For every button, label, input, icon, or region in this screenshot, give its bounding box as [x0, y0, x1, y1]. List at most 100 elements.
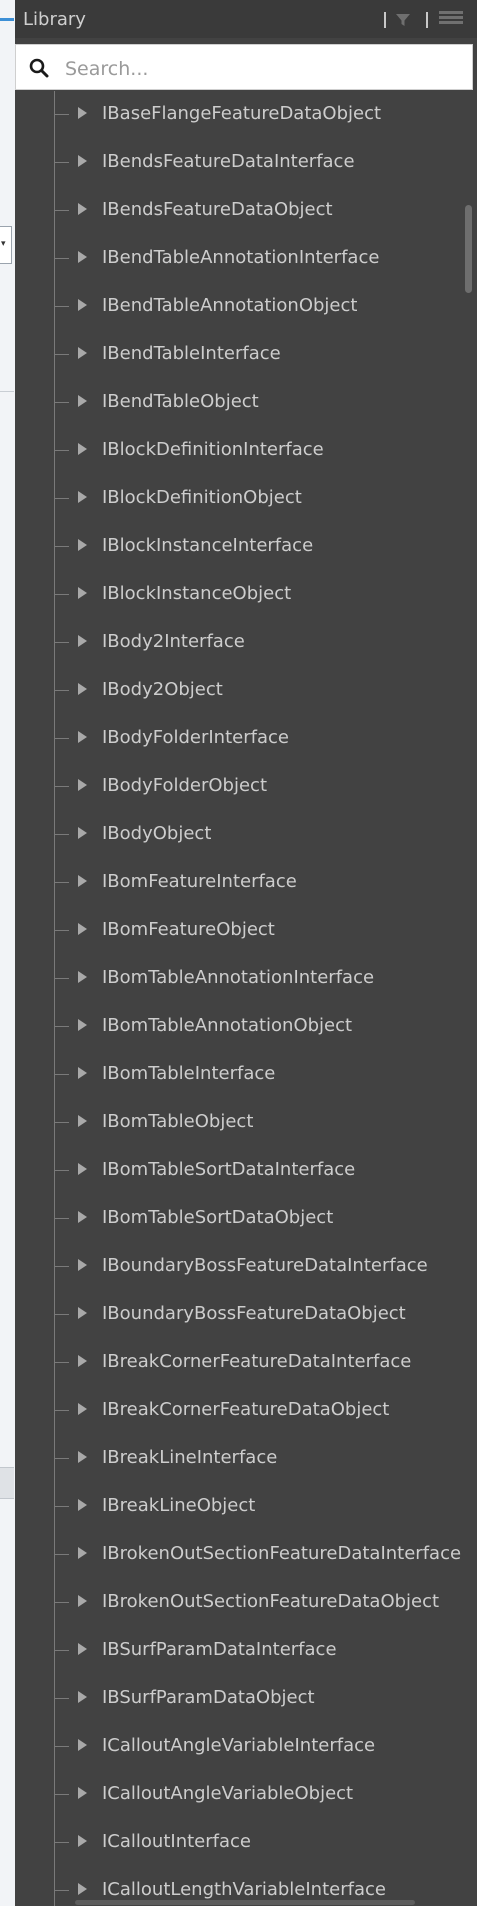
expand-arrow-icon[interactable]: [78, 1163, 87, 1175]
expand-arrow-icon[interactable]: [78, 1259, 87, 1271]
expand-arrow-icon[interactable]: [78, 1739, 87, 1751]
expand-arrow-icon[interactable]: [78, 443, 87, 455]
search-input[interactable]: [63, 53, 457, 85]
panel-header: Library: [15, 0, 477, 38]
tree-item[interactable]: IBSurfParamDataInterface: [15, 1627, 461, 1675]
expand-arrow-icon[interactable]: [78, 971, 87, 983]
expand-arrow-icon[interactable]: [78, 491, 87, 503]
expand-arrow-icon[interactable]: [78, 1643, 87, 1655]
tree-item[interactable]: IBendsFeatureDataObject: [15, 187, 461, 235]
tree-item[interactable]: IBreakLineObject: [15, 1483, 461, 1531]
tree-item[interactable]: IBlockDefinitionObject: [15, 475, 461, 523]
tree-item[interactable]: IBreakCornerFeatureDataObject: [15, 1387, 461, 1435]
tree-item[interactable]: IBomTableAnnotationObject: [15, 1003, 461, 1051]
tree-connector: [55, 114, 69, 115]
tree-item-label: IBlockDefinitionObject: [102, 487, 302, 508]
tree-item[interactable]: IBomFeatureInterface: [15, 859, 461, 907]
tree-connector: [55, 1650, 69, 1651]
tree-connector: [55, 354, 69, 355]
expand-arrow-icon[interactable]: [78, 1307, 87, 1319]
expand-arrow-icon[interactable]: [78, 299, 87, 311]
expand-arrow-icon[interactable]: [78, 779, 87, 791]
tree-item[interactable]: IBodyFolderInterface: [15, 715, 461, 763]
tree-item[interactable]: IBodyFolderObject: [15, 763, 461, 811]
expand-arrow-icon[interactable]: [78, 1787, 87, 1799]
tree-item[interactable]: IBomTableInterface: [15, 1051, 461, 1099]
tree-connector: [55, 402, 69, 403]
tree-item[interactable]: IBomTableSortDataObject: [15, 1195, 461, 1243]
tree-item-label: IBendTableAnnotationObject: [102, 295, 358, 316]
expand-arrow-icon[interactable]: [78, 1691, 87, 1703]
tree-item[interactable]: IBomTableSortDataInterface: [15, 1147, 461, 1195]
expand-arrow-icon[interactable]: [78, 203, 87, 215]
tree-item[interactable]: IBody2Interface: [15, 619, 461, 667]
expand-arrow-icon[interactable]: [78, 1211, 87, 1223]
tree-item-label: IBomTableObject: [102, 1111, 254, 1132]
panel-title: Library: [23, 9, 86, 30]
tree-item[interactable]: ICalloutInterface: [15, 1819, 461, 1867]
background-dropdown[interactable]: ▾: [0, 226, 12, 264]
expand-arrow-icon[interactable]: [78, 539, 87, 551]
tree-item[interactable]: IBrokenOutSectionFeatureDataInterface: [15, 1531, 461, 1579]
expand-arrow-icon[interactable]: [78, 347, 87, 359]
search-icon: [29, 58, 49, 78]
expand-arrow-icon[interactable]: [78, 1883, 87, 1895]
tree-connector: [55, 1842, 69, 1843]
tree-item[interactable]: IBody2Object: [15, 667, 461, 715]
tree-item[interactable]: ICalloutAngleVariableObject: [15, 1771, 461, 1819]
tree-item[interactable]: IBomFeatureObject: [15, 907, 461, 955]
expand-arrow-icon[interactable]: [78, 827, 87, 839]
tree-item[interactable]: IBoundaryBossFeatureDataInterface: [15, 1243, 461, 1291]
expand-arrow-icon[interactable]: [78, 1499, 87, 1511]
horizontal-scrollbar[interactable]: [75, 1900, 415, 1905]
tree-item[interactable]: IBendTableInterface: [15, 331, 461, 379]
tree-item[interactable]: IBrokenOutSectionFeatureDataObject: [15, 1579, 461, 1627]
tree-item[interactable]: IBlockInstanceObject: [15, 571, 461, 619]
tree-connector: [55, 1506, 69, 1507]
expand-arrow-icon[interactable]: [78, 1403, 87, 1415]
expand-arrow-icon[interactable]: [78, 1595, 87, 1607]
expand-arrow-icon[interactable]: [78, 875, 87, 887]
expand-arrow-icon[interactable]: [78, 155, 87, 167]
vertical-scrollbar[interactable]: [465, 205, 472, 293]
expand-arrow-icon[interactable]: [78, 1115, 87, 1127]
tree-item[interactable]: IBlockDefinitionInterface: [15, 427, 461, 475]
search-box: [15, 44, 473, 90]
expand-arrow-icon[interactable]: [78, 395, 87, 407]
expand-arrow-icon[interactable]: [78, 1451, 87, 1463]
menu-icon[interactable]: [439, 11, 463, 29]
filter-icon[interactable]: [395, 12, 411, 28]
tree-item[interactable]: IBendsFeatureDataInterface: [15, 139, 461, 187]
tree-item[interactable]: IBoundaryBossFeatureDataObject: [15, 1291, 461, 1339]
tree-item[interactable]: IBendTableAnnotationObject: [15, 283, 461, 331]
tree-item-label: IBrokenOutSectionFeatureDataObject: [102, 1591, 440, 1612]
tree-item[interactable]: IBSurfParamDataObject: [15, 1675, 461, 1723]
tree-item[interactable]: IBreakLineInterface: [15, 1435, 461, 1483]
tree-item[interactable]: IBendTableObject: [15, 379, 461, 427]
expand-arrow-icon[interactable]: [78, 731, 87, 743]
expand-arrow-icon[interactable]: [78, 1067, 87, 1079]
expand-arrow-icon[interactable]: [78, 1355, 87, 1367]
tree-connector: [55, 594, 69, 595]
tree-item[interactable]: IBlockInstanceInterface: [15, 523, 461, 571]
expand-arrow-icon[interactable]: [78, 1835, 87, 1847]
tree-item[interactable]: IBendTableAnnotationInterface: [15, 235, 461, 283]
expand-arrow-icon[interactable]: [78, 683, 87, 695]
tree-item[interactable]: IBaseFlangeFeatureDataObject: [15, 91, 461, 139]
tree-item[interactable]: ICalloutAngleVariableInterface: [15, 1723, 461, 1771]
expand-arrow-icon[interactable]: [78, 587, 87, 599]
tree-item[interactable]: IBomTableObject: [15, 1099, 461, 1147]
tree-item[interactable]: IBomTableAnnotationInterface: [15, 955, 461, 1003]
tree-item[interactable]: IBodyObject: [15, 811, 461, 859]
expand-arrow-icon[interactable]: [78, 1547, 87, 1559]
tree-item[interactable]: IBreakCornerFeatureDataInterface: [15, 1339, 461, 1387]
expand-arrow-icon[interactable]: [78, 1019, 87, 1031]
expand-arrow-icon[interactable]: [78, 251, 87, 263]
library-panel: Library IBaseFlangeFeatureDataObject IBen…: [15, 0, 477, 1906]
expand-arrow-icon[interactable]: [78, 635, 87, 647]
expand-arrow-icon[interactable]: [78, 923, 87, 935]
tree-connector: [55, 306, 69, 307]
expand-arrow-icon[interactable]: [78, 107, 87, 119]
tree-item-label: IBoundaryBossFeatureDataInterface: [102, 1255, 428, 1276]
tree-item-label: IBlockDefinitionInterface: [102, 439, 324, 460]
